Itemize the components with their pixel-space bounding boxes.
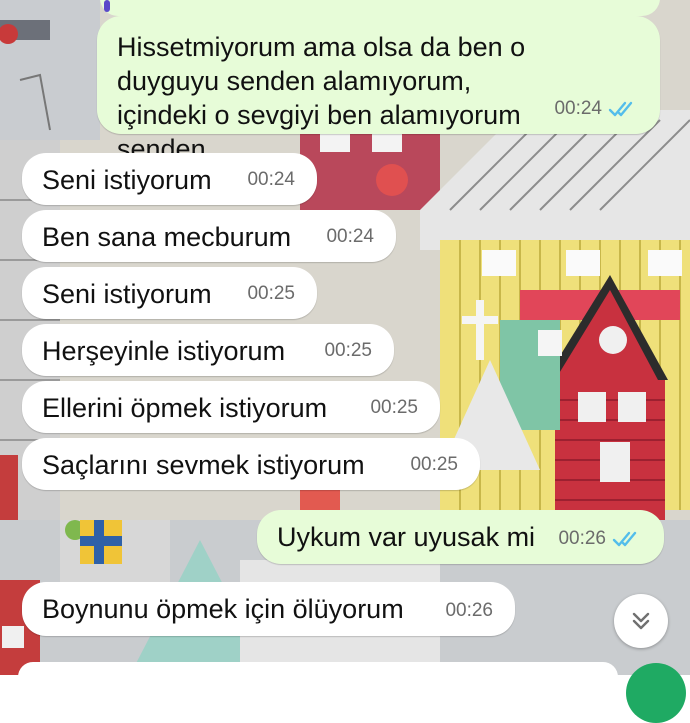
- message-input-bar[interactable]: [18, 662, 618, 692]
- message-meta: 00:24: [554, 92, 638, 126]
- message-time: 00:26: [445, 600, 493, 621]
- message-bubble-incoming[interactable]: Ben sana mecburum 00:24: [22, 210, 396, 262]
- message-bubble-incoming[interactable]: Herşeyinle istiyorum 00:25: [22, 324, 394, 376]
- message-text: Saçlarını sevmek istiyorum: [42, 450, 365, 480]
- double-check-icon: [608, 101, 633, 117]
- message-time: 00:25: [324, 340, 372, 361]
- message-bubble-partial: [100, 0, 660, 16]
- message-bubble-incoming[interactable]: Boynunu öpmek için ölüyorum 00:26: [22, 582, 515, 636]
- message-time: 00:24: [554, 98, 602, 119]
- message-time: 00:24: [247, 169, 295, 190]
- message-bubble-incoming[interactable]: Seni istiyorum 00:24: [22, 153, 317, 205]
- message-bubble-outgoing[interactable]: Uykum var uyusak mi 00:26: [257, 510, 664, 564]
- message-time: 00:25: [370, 397, 418, 418]
- message-bubble-incoming[interactable]: Ellerini öpmek istiyorum 00:25: [22, 381, 440, 433]
- quote-accent-bar: [104, 0, 110, 12]
- double-check-icon: [612, 531, 637, 547]
- scroll-to-bottom-button[interactable]: [614, 594, 668, 648]
- message-meta: 00:26: [558, 522, 642, 556]
- message-bubble-incoming[interactable]: Saçlarını sevmek istiyorum 00:25: [22, 438, 480, 490]
- message-text: Herşeyinle istiyorum: [42, 336, 286, 366]
- message-text: Ben sana mecburum: [42, 222, 292, 252]
- message-time: 00:26: [558, 528, 606, 549]
- message-text: Boynunu öpmek için ölüyorum: [42, 594, 404, 624]
- message-text: Ellerini öpmek istiyorum: [42, 393, 328, 423]
- message-text: Hissetmiyorum ama olsa da ben o duyguyu …: [117, 32, 526, 164]
- chevrons-down-icon: [632, 612, 650, 630]
- send-button[interactable]: [626, 663, 686, 723]
- message-bubble-incoming[interactable]: Seni istiyorum 00:25: [22, 267, 317, 319]
- message-bubble-outgoing[interactable]: Hissetmiyorum ama olsa da ben o duyguyu …: [97, 16, 660, 164]
- message-time: 00:25: [410, 454, 458, 475]
- message-time: 00:25: [247, 283, 295, 304]
- message-time: 00:24: [326, 226, 374, 247]
